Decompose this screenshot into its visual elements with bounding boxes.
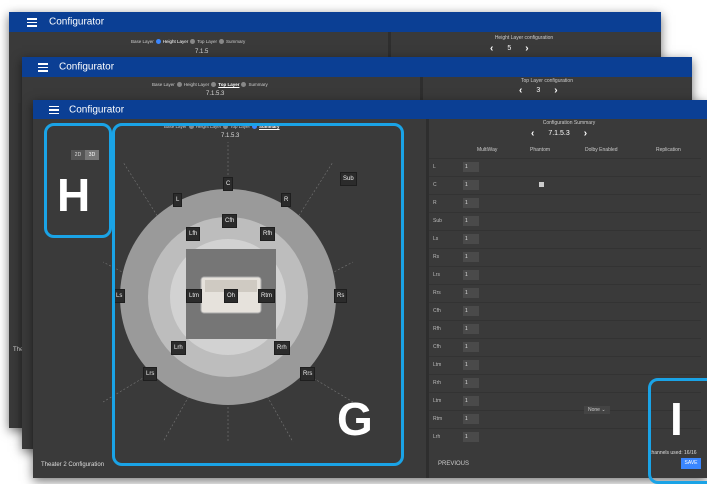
layer-stepper: ‹ 5 › — [490, 43, 529, 54]
layer-breadcrumb: Base Layer Height Layer Top Layer Summary — [131, 39, 245, 45]
multiway-field[interactable]: 1 — [463, 414, 479, 424]
config-label: 7.1.5 — [195, 49, 209, 55]
panel-title: Configuration Summary — [542, 120, 596, 126]
row-label: Lrs — [433, 272, 440, 278]
multiway-field[interactable]: 1 — [463, 360, 479, 370]
title-bar: Configurator — [33, 100, 707, 119]
chevron-left-icon[interactable]: ‹ — [531, 128, 534, 139]
menu-icon[interactable] — [27, 18, 37, 27]
dot-icon — [155, 39, 161, 45]
dot-icon — [219, 39, 225, 45]
multiway-field[interactable]: 1 — [463, 216, 479, 226]
col-header-replication: Replication — [656, 147, 681, 153]
table-row: L1 — [429, 158, 701, 177]
stepper-value: 7.1.5.3 — [548, 130, 570, 137]
table-row: Ls 1 — [429, 230, 701, 249]
table-row: Cfh 1 — [429, 338, 701, 357]
window-title: Configurator — [69, 104, 125, 115]
multiway-field[interactable]: 1 — [463, 342, 479, 352]
multiway-field[interactable]: 1 — [463, 270, 479, 280]
chevron-right-icon[interactable]: › — [584, 128, 587, 139]
multiway-field[interactable]: 1 — [463, 306, 479, 316]
table-row: C1 — [429, 176, 701, 195]
chevron-right-icon[interactable]: › — [525, 43, 528, 54]
dot-icon — [241, 82, 247, 88]
layer-stepper: ‹ 3 › — [519, 85, 558, 96]
row-label: R — [433, 200, 437, 206]
multiway-field[interactable]: 1 — [463, 252, 479, 262]
footer-label: Theater 2 Configuration — [41, 462, 105, 468]
row-label: Rrh — [433, 380, 442, 386]
row-label: Lrh — [433, 434, 441, 440]
stepper-value: 5 — [507, 45, 512, 52]
table-row: Cfh 1 — [429, 302, 701, 321]
row-label: Rrs — [433, 290, 441, 296]
annotation-label-g: G — [337, 393, 373, 445]
chevron-down-icon: ⌄ — [601, 407, 606, 413]
dot-icon — [176, 82, 182, 88]
crumb-summary[interactable]: Summary — [226, 39, 245, 44]
table-row: Ltm 1 — [429, 356, 701, 375]
row-label: Sub — [433, 218, 442, 224]
title-bar: Configurator — [22, 57, 692, 77]
multiway-field[interactable]: 1 — [463, 180, 479, 190]
title-bar: Configurator — [9, 12, 661, 32]
multiway-field[interactable]: 1 — [463, 234, 479, 244]
col-header-multiway: MultiWay — [477, 147, 498, 153]
multiway-field[interactable]: 1 — [463, 378, 479, 388]
panel-title: Top Layer configuration — [521, 78, 573, 84]
multiway-field[interactable]: 1 — [463, 288, 479, 298]
layer-breadcrumb: Base Layer Height Layer Top Layer Summary — [152, 82, 268, 88]
window-title: Configurator — [49, 16, 105, 28]
multiway-field[interactable]: 1 — [463, 198, 479, 208]
row-label: C — [433, 182, 437, 188]
stepper-value: 3 — [536, 87, 541, 94]
phantom-checkbox[interactable] — [539, 182, 544, 187]
col-header-phantom: Phantom — [530, 147, 551, 153]
crumb-summary[interactable]: Summary — [248, 82, 267, 87]
row-label: Cfh — [433, 344, 441, 350]
menu-icon[interactable] — [38, 63, 48, 72]
row-label: Rs — [433, 254, 440, 260]
table-row: Rrs 1 — [429, 284, 701, 303]
multiway-field[interactable]: 1 — [463, 432, 479, 442]
table-row: R1 — [429, 194, 701, 213]
chevron-left-icon[interactable]: ‹ — [490, 43, 493, 54]
row-label: Rtm — [433, 416, 443, 422]
row-label: L — [433, 164, 436, 170]
dot-icon — [190, 39, 196, 45]
crumb-base-layer[interactable]: Base Layer — [131, 39, 154, 44]
annotation-label-i: I — [670, 393, 683, 445]
dot-icon — [211, 82, 217, 88]
row-label: Ls — [433, 236, 439, 242]
col-header-dolby-enabled: Dolby Enabled — [585, 147, 618, 153]
chevron-left-icon[interactable]: ‹ — [519, 85, 522, 96]
layer-stepper: ‹ 7.1.5.3 › — [531, 128, 587, 139]
row-label: Rfh — [433, 326, 441, 332]
row-label: Ltm — [433, 398, 442, 404]
crumb-top-layer[interactable]: Top Layer — [218, 82, 239, 87]
table-row: Sub 1 — [429, 212, 701, 231]
row-label: Cfh — [433, 308, 441, 314]
table-row: Lrs 1 — [429, 266, 701, 285]
crumb-height-layer[interactable]: Height Layer — [163, 39, 189, 44]
chevron-right-icon[interactable]: › — [554, 85, 557, 96]
table-row: Rs 1 — [429, 248, 701, 267]
config-label: 7.1.5.3 — [206, 91, 225, 97]
multiway-field[interactable]: 1 — [463, 396, 479, 406]
dropdown-value: None — [588, 407, 600, 413]
crumb-base-layer[interactable]: Base Layer — [152, 82, 175, 87]
row-label: Ltm — [433, 362, 442, 368]
window-title: Configurator — [59, 61, 115, 73]
multiway-field[interactable]: 1 — [463, 162, 479, 172]
crumb-top-layer[interactable]: Top Layer — [197, 39, 217, 44]
previous-button[interactable]: PREVIOUS — [438, 461, 469, 467]
annotation-label-h: H — [57, 169, 91, 221]
crumb-height-layer[interactable]: Height Layer — [184, 82, 210, 87]
multiway-field[interactable]: 1 — [463, 324, 479, 334]
menu-icon[interactable] — [49, 105, 59, 114]
panel-title: Height Layer configuration — [494, 35, 554, 41]
table-row: Rfh 1 — [429, 320, 701, 339]
replication-dropdown[interactable]: None ⌄ — [584, 406, 610, 414]
